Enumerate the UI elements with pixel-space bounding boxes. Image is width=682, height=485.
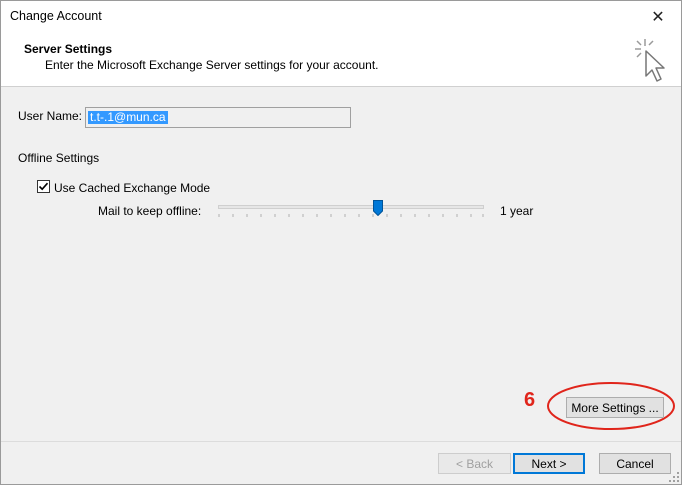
step-number-annotation: 6 bbox=[524, 389, 536, 411]
mail-offline-slider-thumb[interactable] bbox=[373, 200, 383, 216]
header-panel: Server Settings Enter the Microsoft Exch… bbox=[1, 32, 681, 87]
resize-grip-icon[interactable] bbox=[669, 472, 679, 482]
title-bar: Change Account ✕ bbox=[1, 1, 681, 32]
username-field[interactable]: t.t-.1@mun.ca bbox=[85, 107, 351, 128]
footer-divider bbox=[1, 441, 681, 442]
cached-mode-label[interactable]: Use Cached Exchange Mode bbox=[54, 181, 210, 195]
change-account-dialog: Change Account ✕ Server Settings Enter t… bbox=[0, 0, 682, 485]
back-button[interactable]: < Back bbox=[438, 453, 511, 474]
window-title: Change Account bbox=[10, 9, 102, 23]
page-subtitle: Enter the Microsoft Exchange Server sett… bbox=[45, 58, 379, 72]
close-icon: ✕ bbox=[651, 8, 665, 26]
mail-offline-label: Mail to keep offline: bbox=[98, 204, 202, 218]
page-title: Server Settings bbox=[24, 42, 113, 56]
offline-settings-heading: Offline Settings bbox=[18, 151, 100, 165]
cached-mode-checkbox[interactable] bbox=[37, 180, 50, 193]
close-button[interactable]: ✕ bbox=[635, 1, 681, 32]
slider-ticks bbox=[218, 214, 484, 217]
username-label: User Name: bbox=[18, 109, 83, 123]
cancel-button[interactable]: Cancel bbox=[599, 453, 671, 474]
username-value: t.t-.1@mun.ca bbox=[88, 110, 168, 124]
checkmark-icon bbox=[38, 182, 49, 191]
next-button[interactable]: Next > bbox=[513, 453, 585, 474]
more-settings-button[interactable]: More Settings ... bbox=[566, 397, 664, 418]
mail-offline-slider-track[interactable] bbox=[218, 205, 484, 209]
mail-offline-value: 1 year bbox=[500, 204, 534, 218]
cursor-click-icon bbox=[635, 39, 665, 82]
